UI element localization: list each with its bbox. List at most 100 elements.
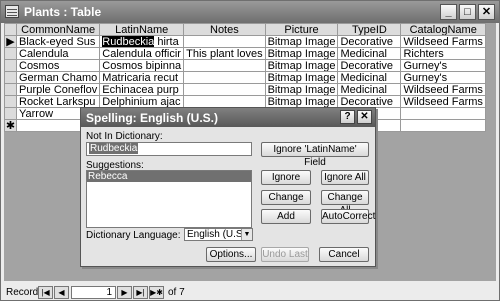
- table-cell[interactable]: Gurney's: [400, 59, 486, 72]
- autocorrect-button[interactable]: AutoCorrect: [321, 209, 375, 224]
- table-cell[interactable]: German Chamo: [15, 71, 101, 84]
- table-row[interactable]: Purple Coneflov Echinacea purp Bitmap Im…: [4, 83, 486, 96]
- table-icon: [5, 5, 19, 18]
- not-in-dictionary-label: Not In Dictionary:: [86, 131, 163, 142]
- table-cell[interactable]: Bitmap Image: [264, 95, 339, 108]
- help-button[interactable]: ?: [340, 110, 355, 124]
- table-cell[interactable]: [183, 95, 266, 108]
- misspelled-word-highlight: Rudbeckia: [102, 35, 155, 48]
- table-cell[interactable]: Bitmap Image: [264, 71, 339, 84]
- suggestions-list[interactable]: Rebecca: [86, 170, 252, 228]
- record-navigation: Record: |◀ ◀ 1 ▶ ▶| ▶✱ of 7: [4, 286, 496, 300]
- select-all-cell[interactable]: [4, 23, 17, 36]
- table-cell[interactable]: [400, 119, 486, 132]
- table-row[interactable]: Calendula Calendula officir This plant l…: [4, 47, 486, 60]
- spelling-dialog: Spelling: English (U.S.) ? ✕ Not In Dict…: [80, 107, 376, 267]
- table-cell[interactable]: Purple Coneflov: [15, 83, 101, 96]
- header-row: CommonName LatinName Notes Picture TypeI…: [4, 23, 486, 36]
- table-cell[interactable]: Decorative: [337, 95, 402, 108]
- ignore-all-button[interactable]: Ignore All: [321, 170, 369, 185]
- undo-last-button[interactable]: Undo Last: [261, 247, 309, 262]
- row-selector[interactable]: [4, 95, 17, 108]
- column-header-catalogname[interactable]: CatalogName: [400, 23, 486, 36]
- dialog-title: Spelling: English (U.S.): [86, 111, 218, 125]
- first-record-button[interactable]: |◀: [38, 286, 53, 299]
- row-selector[interactable]: [4, 47, 17, 60]
- table-cell[interactable]: Richters: [400, 47, 486, 60]
- table-cell[interactable]: [183, 59, 266, 72]
- table-cell[interactable]: Decorative: [337, 59, 402, 72]
- ignore-button[interactable]: Ignore: [261, 170, 311, 185]
- table-cell[interactable]: Matricaria recut: [99, 71, 185, 84]
- column-header-typeid[interactable]: TypeID: [337, 23, 402, 36]
- column-header-picture[interactable]: Picture: [264, 23, 339, 36]
- dictionary-language-value: English (U.S.): [187, 229, 249, 240]
- row-selector[interactable]: [4, 71, 17, 84]
- column-header-latinname[interactable]: LatinName: [99, 23, 185, 36]
- row-selector[interactable]: [4, 107, 17, 120]
- minimize-button[interactable]: _: [440, 4, 457, 20]
- dialog-close-button[interactable]: ✕: [357, 110, 372, 124]
- table-cell[interactable]: [183, 71, 266, 84]
- table-cell[interactable]: Wildseed Farms: [400, 83, 486, 96]
- column-header-commonname[interactable]: CommonName: [15, 23, 101, 36]
- new-record-button[interactable]: ▶✱: [149, 286, 164, 299]
- record-number-input[interactable]: 1: [71, 286, 116, 299]
- maximize-button[interactable]: □: [459, 4, 476, 20]
- ignore-field-button[interactable]: Ignore 'LatinName' Field: [261, 142, 369, 168]
- table-cell[interactable]: Rudbeckia hirta: [99, 35, 185, 48]
- current-record-marker[interactable]: ▶: [4, 35, 17, 48]
- table-row[interactable]: Rocket Larkspu Delphinium ajac Bitmap Im…: [4, 95, 486, 108]
- last-record-button[interactable]: ▶|: [133, 286, 148, 299]
- table-cell[interactable]: Medicinal: [337, 71, 402, 84]
- cell-text-rest: hirta: [154, 35, 179, 48]
- table-cell[interactable]: This plant loves: [183, 47, 266, 60]
- table-cell[interactable]: Cosmos bipinna: [99, 59, 185, 72]
- table-row[interactable]: Cosmos Cosmos bipinna Bitmap Image Decor…: [4, 59, 486, 72]
- table-cell[interactable]: Bitmap Image: [264, 59, 339, 72]
- table-cell[interactable]: Medicinal: [337, 47, 402, 60]
- table-cell[interactable]: Wildseed Farms: [400, 95, 486, 108]
- table-cell[interactable]: Bitmap Image: [264, 35, 339, 48]
- table-cell[interactable]: Bitmap Image: [264, 47, 339, 60]
- not-in-dictionary-value: Rudbeckia: [89, 143, 139, 154]
- options-button[interactable]: Options...: [206, 247, 256, 262]
- window-titlebar[interactable]: Plants : Table _ □ ✕: [1, 1, 499, 23]
- table-cell[interactable]: Gurney's: [400, 71, 486, 84]
- dictionary-language-select[interactable]: English (U.S.) ▼: [184, 228, 253, 241]
- table-cell[interactable]: Black-eyed Sus: [15, 35, 101, 48]
- table-cell[interactable]: [400, 107, 486, 120]
- chevron-down-icon[interactable]: ▼: [241, 229, 252, 240]
- table-cell[interactable]: Delphinium ajac: [99, 95, 185, 108]
- new-record-marker[interactable]: ✱: [4, 119, 17, 132]
- change-all-button[interactable]: Change All: [321, 190, 369, 216]
- column-header-notes[interactable]: Notes: [183, 23, 266, 36]
- table-cell[interactable]: Cosmos: [15, 59, 101, 72]
- window-title: Plants : Table: [24, 5, 102, 19]
- table-cell[interactable]: Decorative: [337, 35, 402, 48]
- table-cell[interactable]: Wildseed Farms: [400, 35, 486, 48]
- table-cell[interactable]: Calendula: [15, 47, 101, 60]
- close-button[interactable]: ✕: [478, 4, 495, 20]
- change-button[interactable]: Change: [261, 190, 311, 205]
- table-row[interactable]: German Chamo Matricaria recut Bitmap Ima…: [4, 71, 486, 84]
- table-row[interactable]: ▶ Black-eyed Sus Rudbeckia hirta Bitmap …: [4, 35, 486, 48]
- record-count: of 7: [168, 287, 185, 298]
- cancel-button[interactable]: Cancel: [319, 247, 369, 262]
- table-cell[interactable]: [183, 83, 266, 96]
- row-selector[interactable]: [4, 83, 17, 96]
- table-cell[interactable]: Medicinal: [337, 83, 402, 96]
- table-cell[interactable]: Echinacea purp: [99, 83, 185, 96]
- table-cell[interactable]: Rocket Larkspu: [15, 95, 101, 108]
- table-cell[interactable]: Bitmap Image: [264, 83, 339, 96]
- not-in-dictionary-field[interactable]: Rudbeckia: [86, 142, 252, 156]
- record-label: Record:: [6, 287, 42, 298]
- previous-record-button[interactable]: ◀: [54, 286, 69, 299]
- table-cell[interactable]: Calendula officir: [99, 47, 185, 60]
- next-record-button[interactable]: ▶: [117, 286, 132, 299]
- row-selector[interactable]: [4, 59, 17, 72]
- add-button[interactable]: Add: [261, 209, 311, 224]
- table-cell[interactable]: [183, 35, 266, 48]
- suggestion-item[interactable]: Rebecca: [87, 171, 251, 182]
- dialog-titlebar[interactable]: Spelling: English (U.S.) ? ✕: [81, 108, 375, 127]
